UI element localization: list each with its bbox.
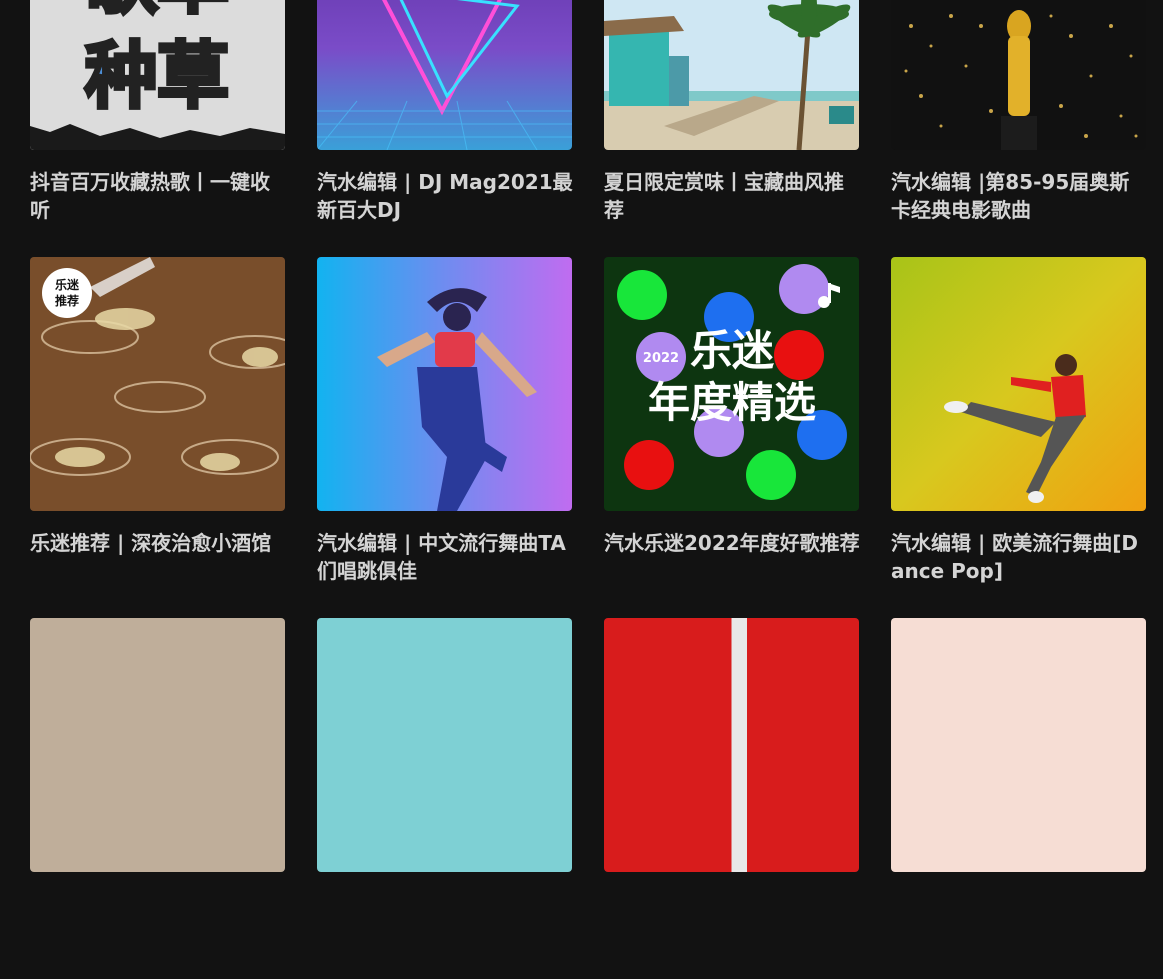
cover-badge-line-2: 推荐 xyxy=(55,293,79,308)
playlist-card[interactable]: 夏日限定赏味丨宝藏曲风推荐 xyxy=(604,0,859,257)
playlist-cover[interactable] xyxy=(604,618,859,872)
playlist-title[interactable]: 乐迷推荐 | 深夜治愈小酒馆 xyxy=(30,529,288,557)
playlist-cover[interactable] xyxy=(604,0,859,150)
cover-title-line-1: 乐迷 xyxy=(690,326,775,375)
playlist-card[interactable] xyxy=(317,618,572,979)
playlist-title[interactable]: 夏日限定赏味丨宝藏曲风推荐 xyxy=(604,168,862,224)
playlist-cover[interactable] xyxy=(317,618,572,872)
playlist-cover[interactable]: 乐迷 推荐 xyxy=(30,257,285,511)
playlist-card[interactable]: 汽水编辑 |第85-95届奥斯卡经典电影歌曲 xyxy=(891,0,1146,257)
cover-title-line-2: 年度精选 xyxy=(648,378,816,427)
playlist-cover[interactable] xyxy=(891,257,1146,511)
playlist-title[interactable]: 汽水编辑 |第85-95届奥斯卡经典电影歌曲 xyxy=(891,168,1149,224)
playlist-title[interactable]: 汽水编辑 | 中文流行舞曲TA们唱跳俱佳 xyxy=(317,529,575,585)
playlist-cover[interactable] xyxy=(891,0,1146,150)
playlist-cover[interactable] xyxy=(30,618,285,872)
playlist-grid: 歌单 种草 抖音百万收藏热歌丨一键收听 xyxy=(30,0,1146,979)
playlist-cover[interactable] xyxy=(317,257,572,511)
playlist-card[interactable] xyxy=(604,618,859,979)
playlist-title[interactable]: 汽水编辑 | DJ Mag2021最新百大DJ xyxy=(317,168,575,224)
playlist-card[interactable]: 汽水编辑 | DJ Mag2021最新百大DJ xyxy=(317,0,575,257)
cover-year-badge: 2022 xyxy=(643,351,679,366)
playlist-cover[interactable]: 歌单 种草 xyxy=(30,0,285,150)
cover-title-line-2: 种草 xyxy=(85,34,229,118)
playlist-cover[interactable] xyxy=(891,618,1146,872)
playlist-cover[interactable] xyxy=(317,0,572,150)
playlist-title[interactable]: 汽水编辑 | 欧美流行舞曲[Dance Pop] xyxy=(891,529,1149,585)
cover-badge-line-1: 乐迷 xyxy=(55,277,80,292)
playlist-card[interactable]: 2022 乐迷 年度精选 汽水乐迷2022年度好歌推荐 xyxy=(604,257,862,618)
playlist-card[interactable] xyxy=(30,618,285,979)
playlist-cover[interactable]: 2022 乐迷 年度精选 xyxy=(604,257,859,511)
playlist-card[interactable] xyxy=(891,618,1146,979)
playlist-title[interactable]: 汽水乐迷2022年度好歌推荐 xyxy=(604,529,862,557)
playlist-card[interactable]: 歌单 种草 抖音百万收藏热歌丨一键收听 xyxy=(30,0,285,257)
playlist-card[interactable]: 乐迷 推荐 乐迷推荐 | 深夜治愈小酒馆 xyxy=(30,257,285,618)
cover-title-line-1: 歌单 xyxy=(85,0,229,23)
playlist-card[interactable]: 汽水编辑 | 中文流行舞曲TA们唱跳俱佳 xyxy=(317,257,572,618)
playlist-title[interactable]: 抖音百万收藏热歌丨一键收听 xyxy=(30,168,288,224)
playlist-card[interactable]: 汽水编辑 | 欧美流行舞曲[Dance Pop] xyxy=(891,257,1146,618)
